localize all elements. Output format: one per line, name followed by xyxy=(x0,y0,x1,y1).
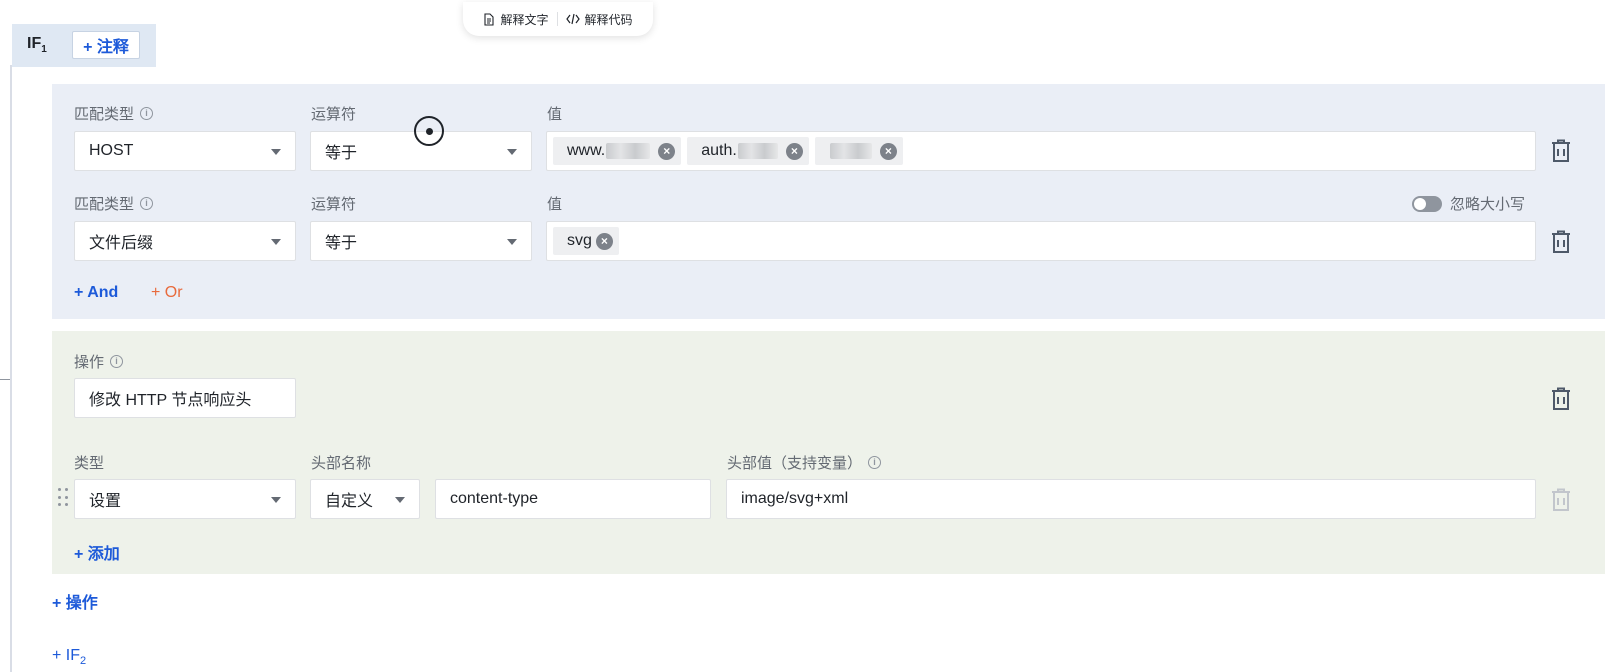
ignore-case-label: 忽略大小写 xyxy=(1450,196,1526,213)
header-type-select[interactable]: 设置 xyxy=(74,479,296,519)
match-type-label-text: 匹配类型 xyxy=(74,196,135,213)
explain-code-label: 解释代码 xyxy=(584,12,633,27)
redacted-text xyxy=(829,143,872,159)
delete-condition-1-trash-icon[interactable] xyxy=(1550,139,1572,163)
header-value-input-value: image/svg+xml xyxy=(741,490,849,507)
action-select-value: 修改 HTTP 节点响应头 xyxy=(89,392,252,409)
value-tag-input-2[interactable]: svg × xyxy=(546,221,1536,261)
action-label: 操作 i xyxy=(74,351,124,372)
ignore-case-toggle[interactable] xyxy=(1412,195,1442,212)
action-select[interactable]: 修改 HTTP 节点响应头 xyxy=(74,378,296,418)
if-label-text: IF xyxy=(27,35,42,52)
info-icon[interactable]: i xyxy=(110,355,124,368)
remove-tag-icon[interactable]: × xyxy=(785,142,803,160)
condition-panel xyxy=(52,84,1605,319)
add-header-link[interactable]: + 添加 xyxy=(74,540,120,564)
if-label-index: 1 xyxy=(41,44,47,56)
value-label-2: 值 xyxy=(547,196,563,213)
match-type-select-2[interactable]: 文件后缀 xyxy=(74,221,296,261)
value-tag: www. × xyxy=(553,137,682,165)
remove-tag-icon[interactable]: × xyxy=(595,232,613,250)
header-value-label-text: 头部值（支持变量） xyxy=(727,455,863,472)
redacted-text xyxy=(737,143,778,159)
value-tag-text: www. xyxy=(567,142,606,159)
ignore-case-group: 忽略大小写 xyxy=(1412,193,1525,214)
value-label-1: 值 xyxy=(547,106,563,123)
header-name-input[interactable]: content-type xyxy=(435,479,711,519)
remove-tag-icon[interactable]: × xyxy=(658,142,676,160)
add-if-link[interactable]: + IF2 xyxy=(52,647,86,667)
action-label-text: 操作 xyxy=(74,354,105,371)
operator-select-value: 等于 xyxy=(325,145,358,162)
header-type-label: 类型 xyxy=(74,455,105,472)
explain-code-button[interactable]: 解释代码 xyxy=(565,11,633,28)
explain-text-button[interactable]: 解释文字 xyxy=(483,11,549,28)
explain-toolbar: 解释文字 解释代码 xyxy=(463,2,653,36)
header-name-mode-value: 自定义 xyxy=(325,493,374,510)
header-name-mode-select[interactable]: 自定义 xyxy=(310,479,420,519)
explain-text-label: 解释文字 xyxy=(500,12,549,27)
value-tag: auth. × xyxy=(687,137,809,165)
header-name-label: 头部名称 xyxy=(311,455,372,472)
match-type-select-value: HOST xyxy=(89,142,134,159)
remove-tag-icon[interactable]: × xyxy=(879,142,897,160)
if-block-label: IF1 xyxy=(27,35,47,55)
operator-label-2: 运算符 xyxy=(311,196,357,213)
add-and-condition-link[interactable]: + And xyxy=(74,284,118,302)
delete-condition-2-trash-icon[interactable] xyxy=(1550,230,1572,254)
add-or-condition-link[interactable]: + Or xyxy=(151,284,183,302)
value-tag-text: auth. xyxy=(701,142,737,159)
drag-handle-icon[interactable] xyxy=(58,488,68,508)
tree-connector-tick xyxy=(0,379,10,380)
operator-label-1: 运算符 xyxy=(311,106,357,123)
add-action-link[interactable]: + 操作 xyxy=(52,589,98,613)
add-if-label: + IF xyxy=(52,647,81,664)
cursor-target-icon xyxy=(414,116,444,146)
value-tag-text: svg xyxy=(567,232,592,249)
match-type-label-1: 匹配类型 i xyxy=(74,103,154,124)
operator-select-value: 等于 xyxy=(325,235,358,252)
header-type-select-value: 设置 xyxy=(89,493,122,510)
delete-header-trash-icon[interactable] xyxy=(1550,488,1572,512)
value-tag: × xyxy=(814,137,903,165)
match-type-label-2: 匹配类型 i xyxy=(74,193,154,214)
tree-connector-line xyxy=(10,65,12,672)
header-value-input[interactable]: image/svg+xml xyxy=(726,479,1536,519)
header-value-label: 头部值（支持变量） i xyxy=(727,452,882,473)
info-icon[interactable]: i xyxy=(868,456,882,469)
document-icon xyxy=(484,12,495,26)
value-tag: svg × xyxy=(553,227,619,255)
match-type-label-text: 匹配类型 xyxy=(74,106,135,123)
info-icon[interactable]: i xyxy=(140,197,154,210)
match-type-select-value: 文件后缀 xyxy=(89,235,154,252)
code-icon xyxy=(565,13,580,25)
add-note-button[interactable]: + 注释 xyxy=(72,31,140,59)
operator-select-2[interactable]: 等于 xyxy=(310,221,532,261)
add-if-index: 2 xyxy=(80,655,87,668)
info-icon[interactable]: i xyxy=(140,107,154,120)
value-tag-input-1[interactable]: www. × auth. × × xyxy=(546,131,1536,171)
toolbar-divider xyxy=(556,12,558,26)
match-type-select-1[interactable]: HOST xyxy=(74,131,296,171)
header-name-input-value: content-type xyxy=(450,490,539,507)
delete-action-trash-icon[interactable] xyxy=(1550,387,1572,411)
redacted-text xyxy=(606,143,651,159)
